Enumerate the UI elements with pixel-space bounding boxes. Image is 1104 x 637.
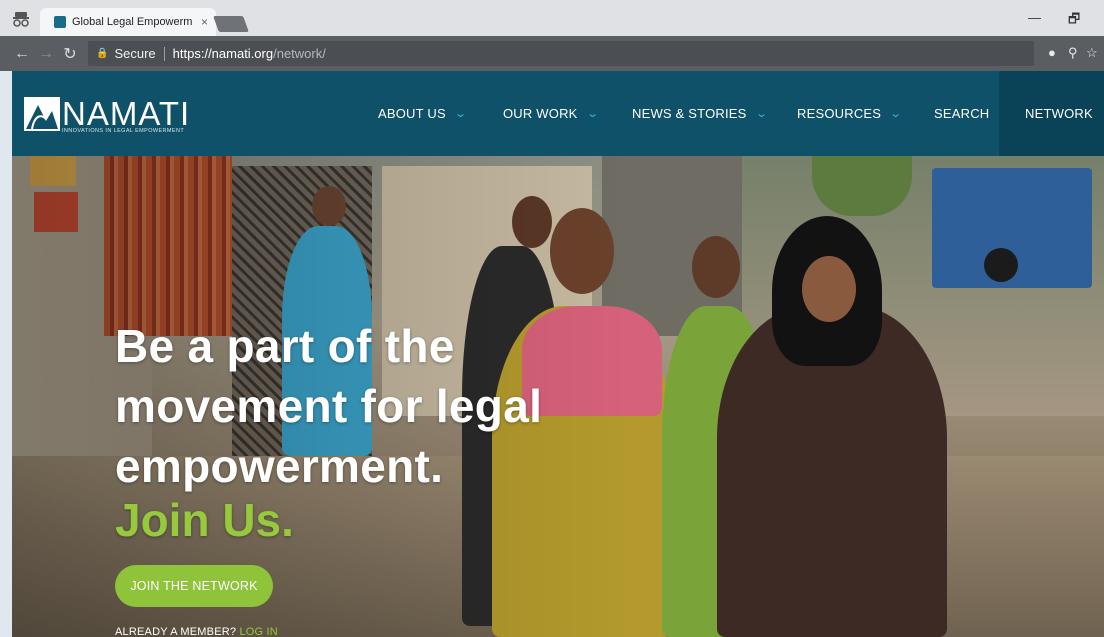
nav-label: OUR WORK <box>503 106 578 121</box>
nav-about-us[interactable]: ABOUT US ⌄ <box>378 71 468 156</box>
tab-close-icon[interactable]: × <box>201 15 208 29</box>
hero-headline: Be a part of the movement for legal empo… <box>115 316 542 496</box>
reload-icon[interactable]: ↻ <box>58 44 82 64</box>
new-tab-button[interactable] <box>213 16 249 32</box>
headline-line: empowerment. <box>115 440 444 492</box>
url-path: /network/ <box>273 46 326 61</box>
back-icon[interactable]: ← <box>10 45 34 63</box>
nav-label: RESOURCES <box>797 106 882 121</box>
namati-logo[interactable]: NAMATI INNOVATIONS IN LEGAL EMPOWERMENT <box>24 95 204 135</box>
url-host: https://namati.org <box>172 46 274 61</box>
favicon-icon <box>54 16 66 28</box>
minimize-button[interactable]: — <box>1028 10 1041 25</box>
extension-icon[interactable]: ● <box>1048 45 1056 60</box>
logo-tagline: INNOVATIONS IN LEGAL EMPOWERMENT <box>62 128 185 134</box>
incognito-icon <box>13 12 29 27</box>
join-us-text: Join Us. <box>115 494 294 546</box>
nav-our-work[interactable]: OUR WORK ⌄ <box>503 71 599 156</box>
member-prompt: ALREADY A MEMBER? <box>115 626 237 637</box>
already-member-text: ALREADY A MEMBER? LOG IN <box>115 626 278 637</box>
nav-resources[interactable]: RESOURCES ⌄ <box>797 71 903 156</box>
chevron-down-icon: ⌄ <box>585 108 599 120</box>
nav-network[interactable]: NETWORK⌄ <box>999 71 1104 156</box>
forward-icon[interactable]: → <box>34 45 58 63</box>
hero-photo-person <box>692 236 740 298</box>
restore-button[interactable]: 🗗 <box>1068 10 1080 32</box>
join-network-button[interactable]: JOIN THE NETWORK <box>115 565 273 607</box>
browser-toolbar: ← → ↻ 🔒 Secure https://namati.org/networ… <box>0 36 1104 71</box>
nav-news-stories[interactable]: NEWS & STORIES ⌄ <box>632 71 768 156</box>
hero-photo-trees <box>812 156 912 216</box>
headline-line: Be a part of the <box>115 320 455 372</box>
login-link[interactable]: LOG IN <box>239 626 278 637</box>
nav-search[interactable]: SEARCH <box>934 71 989 156</box>
chevron-down-icon: ⌄ <box>754 108 768 120</box>
nav-label: NETWORK <box>1025 106 1093 121</box>
nav-label: SEARCH <box>934 106 990 121</box>
secure-label: Secure <box>114 46 156 61</box>
browser-tab-bar: Global Legal Empowerm × — 🗗 <box>0 0 1104 36</box>
pin-icon[interactable]: ⚲ <box>1068 45 1078 61</box>
hero-photo-wheel <box>984 248 1018 282</box>
hero-section: Be a part of the movement for legal empo… <box>12 156 1104 637</box>
hero-photo-person <box>802 256 856 322</box>
chevron-down-icon: ⌄ <box>453 108 468 120</box>
lock-icon: 🔒 <box>96 48 109 59</box>
browser-tab[interactable]: Global Legal Empowerm × <box>40 8 216 36</box>
logo-mark-icon <box>24 97 60 131</box>
bookmark-star-icon[interactable]: ☆ <box>1086 45 1098 61</box>
address-separator <box>163 46 165 61</box>
site-header: NAMATI INNOVATIONS IN LEGAL EMPOWERMENT … <box>12 71 1104 156</box>
headline-line: movement for legal <box>115 380 543 432</box>
nav-label: NEWS & STORIES <box>632 106 747 121</box>
chevron-down-icon: ⌄ <box>889 108 903 120</box>
address-bar[interactable]: 🔒 Secure https://namati.org/network/ <box>88 41 1034 66</box>
tab-title: Global Legal Empowerm <box>72 16 193 28</box>
nav-label: ABOUT US <box>378 106 446 121</box>
